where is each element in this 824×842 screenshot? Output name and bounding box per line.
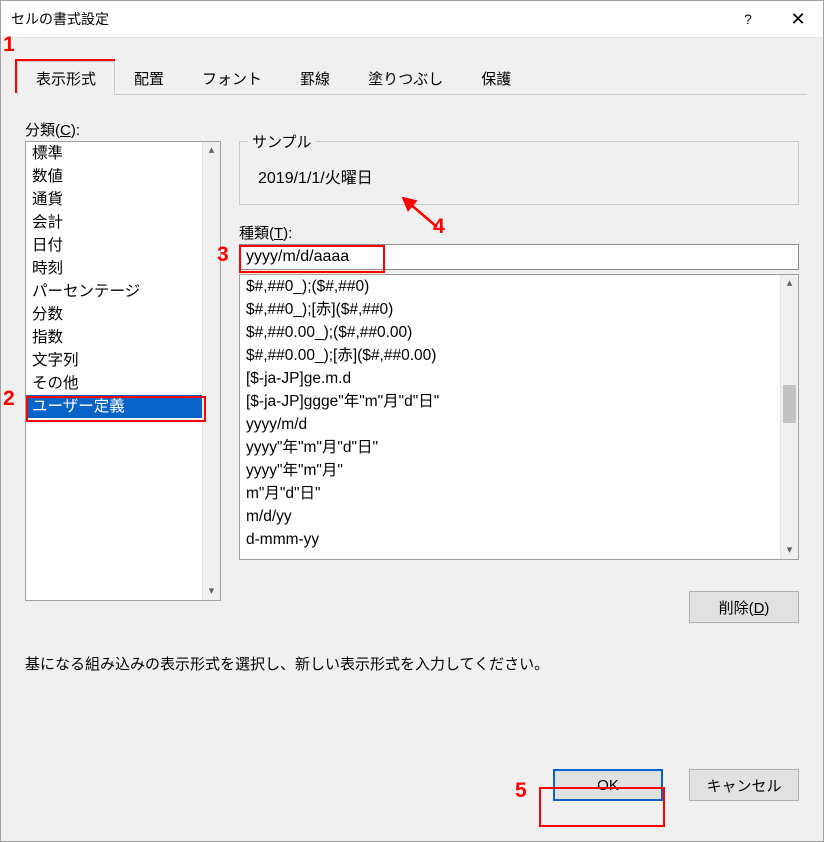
- category-item[interactable]: その他: [26, 372, 220, 395]
- category-item[interactable]: 通貨: [26, 188, 220, 211]
- scroll-up-icon[interactable]: ▴: [203, 142, 220, 159]
- type-item[interactable]: [$-ja-JP]ggge"年"m"月"d"日": [240, 390, 798, 413]
- category-item[interactable]: 日付: [26, 234, 220, 257]
- type-item[interactable]: $#,##0.00_);($#,##0.00): [240, 321, 798, 344]
- sample-legend: サンプル: [248, 131, 316, 152]
- scroll-down-icon[interactable]: ▾: [203, 583, 220, 600]
- category-item[interactable]: 時刻: [26, 257, 220, 280]
- tab-content: 分類(C): 標準数値通貨会計日付時刻パーセンテージ分数指数文字列その他ユーザー…: [25, 107, 799, 821]
- window-title: セルの書式設定: [11, 9, 723, 29]
- tab-5[interactable]: 保護: [462, 61, 530, 95]
- help-text: 基になる組み込みの表示形式を選択し、新しい表示形式を入力してください。: [25, 653, 549, 674]
- category-item[interactable]: ユーザー定義: [26, 395, 220, 418]
- tab-4[interactable]: 塗りつぶし: [349, 61, 462, 95]
- type-item[interactable]: yyyy"年"m"月": [240, 459, 798, 482]
- category-item[interactable]: 数値: [26, 165, 220, 188]
- type-label: 種類(T):: [239, 222, 292, 243]
- category-label: 分類(C):: [25, 119, 80, 140]
- tab-0[interactable]: 表示形式: [17, 61, 115, 95]
- type-item[interactable]: $#,##0.00_);[赤]($#,##0.00): [240, 344, 798, 367]
- type-listbox[interactable]: $#,##0_);($#,##0)$#,##0_);[赤]($#,##0)$#,…: [239, 274, 799, 560]
- close-button[interactable]: ✕: [773, 1, 823, 37]
- type-item[interactable]: m"月"d"日": [240, 482, 798, 505]
- format-cells-dialog: セルの書式設定 ? ✕ 表示形式配置フォント罫線塗りつぶし保護 分類(C): 標…: [0, 0, 824, 842]
- help-button[interactable]: ?: [723, 1, 773, 37]
- type-item[interactable]: $#,##0_);[赤]($#,##0): [240, 298, 798, 321]
- category-scrollbar[interactable]: ▴ ▾: [202, 142, 220, 600]
- category-listbox[interactable]: 標準数値通貨会計日付時刻パーセンテージ分数指数文字列その他ユーザー定義 ▴ ▾: [25, 141, 221, 601]
- type-item[interactable]: m/d/yy: [240, 505, 798, 528]
- scroll-down-icon[interactable]: ▾: [781, 542, 798, 559]
- titlebar: セルの書式設定 ? ✕: [1, 1, 823, 38]
- category-item[interactable]: 分数: [26, 303, 220, 326]
- category-item[interactable]: 会計: [26, 211, 220, 234]
- type-scrollbar[interactable]: ▴ ▾: [780, 275, 798, 559]
- ok-button[interactable]: OK: [553, 769, 663, 801]
- type-item[interactable]: $#,##0_);($#,##0): [240, 275, 798, 298]
- type-item[interactable]: [$-ja-JP]ge.m.d: [240, 367, 798, 390]
- category-item[interactable]: 標準: [26, 142, 220, 165]
- dialog-client: 表示形式配置フォント罫線塗りつぶし保護 分類(C): 標準数値通貨会計日付時刻パ…: [1, 37, 823, 841]
- type-item[interactable]: d-mmm-yy: [240, 528, 798, 551]
- type-item[interactable]: yyyy/m/d: [240, 413, 798, 436]
- cancel-button[interactable]: キャンセル: [689, 769, 799, 801]
- type-item[interactable]: yyyy"年"m"月"d"日": [240, 436, 798, 459]
- tab-1[interactable]: 配置: [115, 61, 183, 95]
- category-item[interactable]: 指数: [26, 326, 220, 349]
- delete-button[interactable]: 削除(D): [689, 591, 799, 623]
- scroll-up-icon[interactable]: ▴: [781, 275, 798, 292]
- sample-group: サンプル 2019/1/1/火曜日: [239, 141, 799, 205]
- tabstrip: 表示形式配置フォント罫線塗りつぶし保護: [17, 61, 530, 95]
- tab-3[interactable]: 罫線: [281, 61, 349, 95]
- tab-2[interactable]: フォント: [183, 61, 281, 95]
- type-input[interactable]: [239, 244, 799, 270]
- scroll-thumb[interactable]: [783, 385, 796, 423]
- category-item[interactable]: 文字列: [26, 349, 220, 372]
- sample-value: 2019/1/1/火曜日: [258, 164, 373, 188]
- category-item[interactable]: パーセンテージ: [26, 280, 220, 303]
